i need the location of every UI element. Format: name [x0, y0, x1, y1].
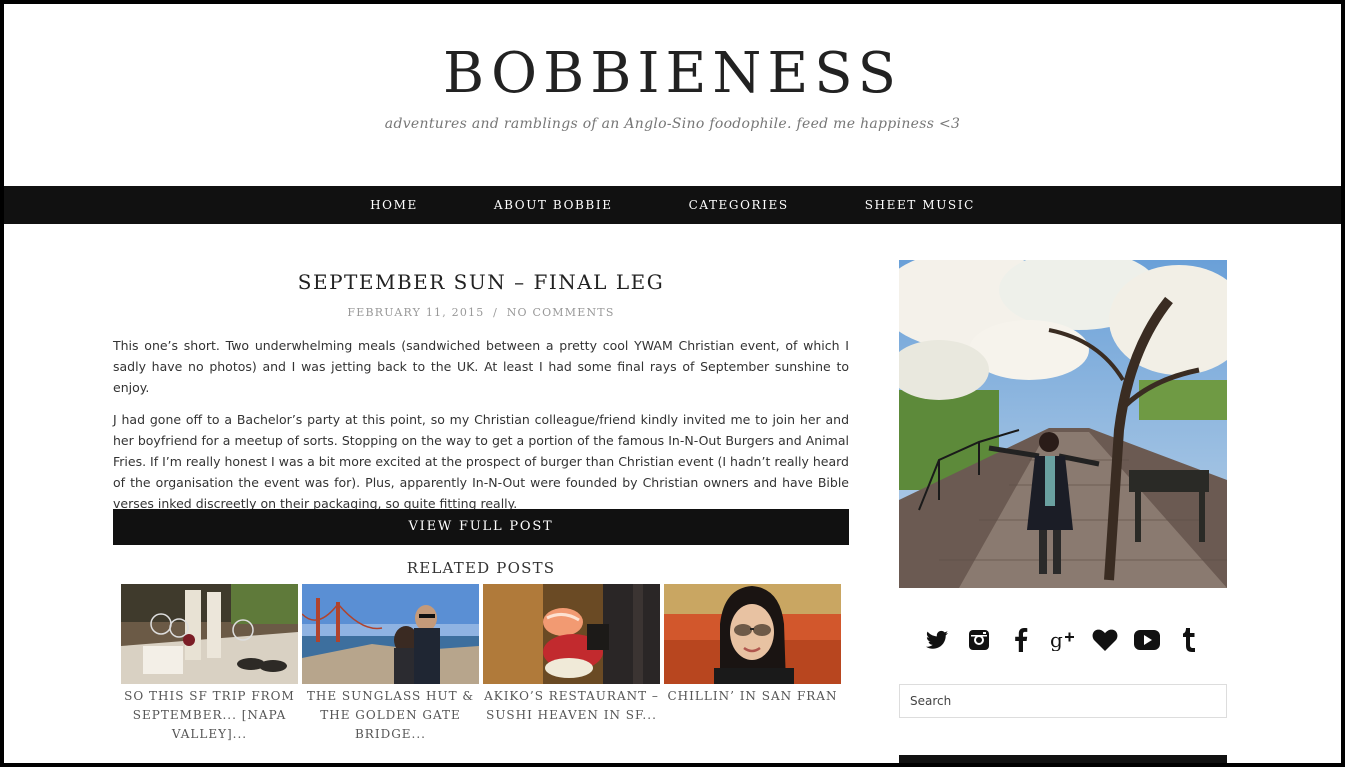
tumblr-icon[interactable]: [1168, 624, 1210, 656]
post-title[interactable]: SEPTEMBER SUN – FINAL LEG: [113, 270, 849, 294]
related-posts-heading: RELATED POSTS: [406, 559, 556, 577]
related-post-thumbnail-sushi[interactable]: [483, 584, 660, 684]
post-date: FEBRUARY 11, 2015: [347, 306, 485, 319]
related-post-title[interactable]: THE SUNGLASS HUT & THE GOLDEN GATE BRIDG…: [302, 687, 479, 744]
related-post-item[interactable]: SO THIS SF TRIP FROM SEPTEMBER... [NAPA …: [121, 584, 298, 744]
page-frame: BOBBIENESS adventures and ramblings of a…: [4, 4, 1341, 763]
related-post-title[interactable]: SO THIS SF TRIP FROM SEPTEMBER... [NAPA …: [121, 687, 298, 744]
related-post-title[interactable]: AKIKO’S RESTAURANT – SUSHI HEAVEN IN SF.…: [483, 687, 660, 725]
main-content: SEPTEMBER SUN – FINAL LEG FEBRUARY 11, 2…: [113, 224, 849, 763]
social-icons: g: [899, 624, 1227, 656]
twitter-icon[interactable]: [916, 624, 958, 656]
post-body: This one’s short. Two underwhelming meal…: [113, 335, 849, 525]
view-full-post-button[interactable]: VIEW FULL POST: [113, 509, 849, 545]
main-nav: HOME ABOUT BOBBIE CATEGORIES SHEET MUSIC: [4, 186, 1341, 224]
youtube-icon[interactable]: [1126, 624, 1168, 656]
related-post-item[interactable]: THE SUNGLASS HUT & THE GOLDEN GATE BRIDG…: [302, 584, 479, 744]
related-post-thumbnail-golden-gate[interactable]: [302, 584, 479, 684]
nav-item-sheet-music[interactable]: SHEET MUSIC: [827, 198, 1013, 212]
heart-icon[interactable]: [1084, 624, 1126, 656]
nav-item-home[interactable]: HOME: [332, 198, 456, 212]
nav-item-categories[interactable]: CATEGORIES: [651, 198, 827, 212]
instagram-icon[interactable]: [958, 624, 1000, 656]
post-paragraph-1: This one’s short. Two underwhelming meal…: [113, 338, 849, 395]
related-post-thumbnail-napa[interactable]: [121, 584, 298, 684]
svg-text:g: g: [1050, 629, 1063, 651]
site-title[interactable]: BOBBIENESS: [4, 40, 1341, 107]
post-comments-link[interactable]: NO COMMENTS: [507, 306, 615, 319]
related-posts-list: SO THIS SF TRIP FROM SEPTEMBER... [NAPA …: [121, 584, 849, 763]
sidebar: g: [899, 224, 1227, 763]
nav-item-about-bobbie[interactable]: ABOUT BOBBIE: [456, 198, 651, 212]
post-meta: FEBRUARY 11, 2015 / NO COMMENTS: [113, 306, 849, 319]
profile-photo: [899, 260, 1227, 588]
related-post-title[interactable]: CHILLIN’ IN SAN FRAN: [664, 687, 841, 706]
site-tagline: adventures and ramblings of an Anglo-Sin…: [384, 116, 961, 132]
post-paragraph-2: J had gone off to a Bachelor’s party at …: [113, 412, 849, 511]
related-post-thumbnail-chillin[interactable]: [664, 584, 841, 684]
google-plus-icon[interactable]: g: [1042, 624, 1084, 656]
site-header: BOBBIENESS adventures and ramblings of a…: [4, 4, 1341, 186]
meta-separator: /: [493, 306, 499, 319]
facebook-icon[interactable]: [1000, 624, 1042, 656]
sidebar-widget-header: [899, 755, 1227, 763]
search-input[interactable]: [899, 684, 1227, 718]
related-post-item[interactable]: CHILLIN’ IN SAN FRAN: [664, 584, 841, 706]
related-post-item[interactable]: AKIKO’S RESTAURANT – SUSHI HEAVEN IN SF.…: [483, 584, 660, 725]
